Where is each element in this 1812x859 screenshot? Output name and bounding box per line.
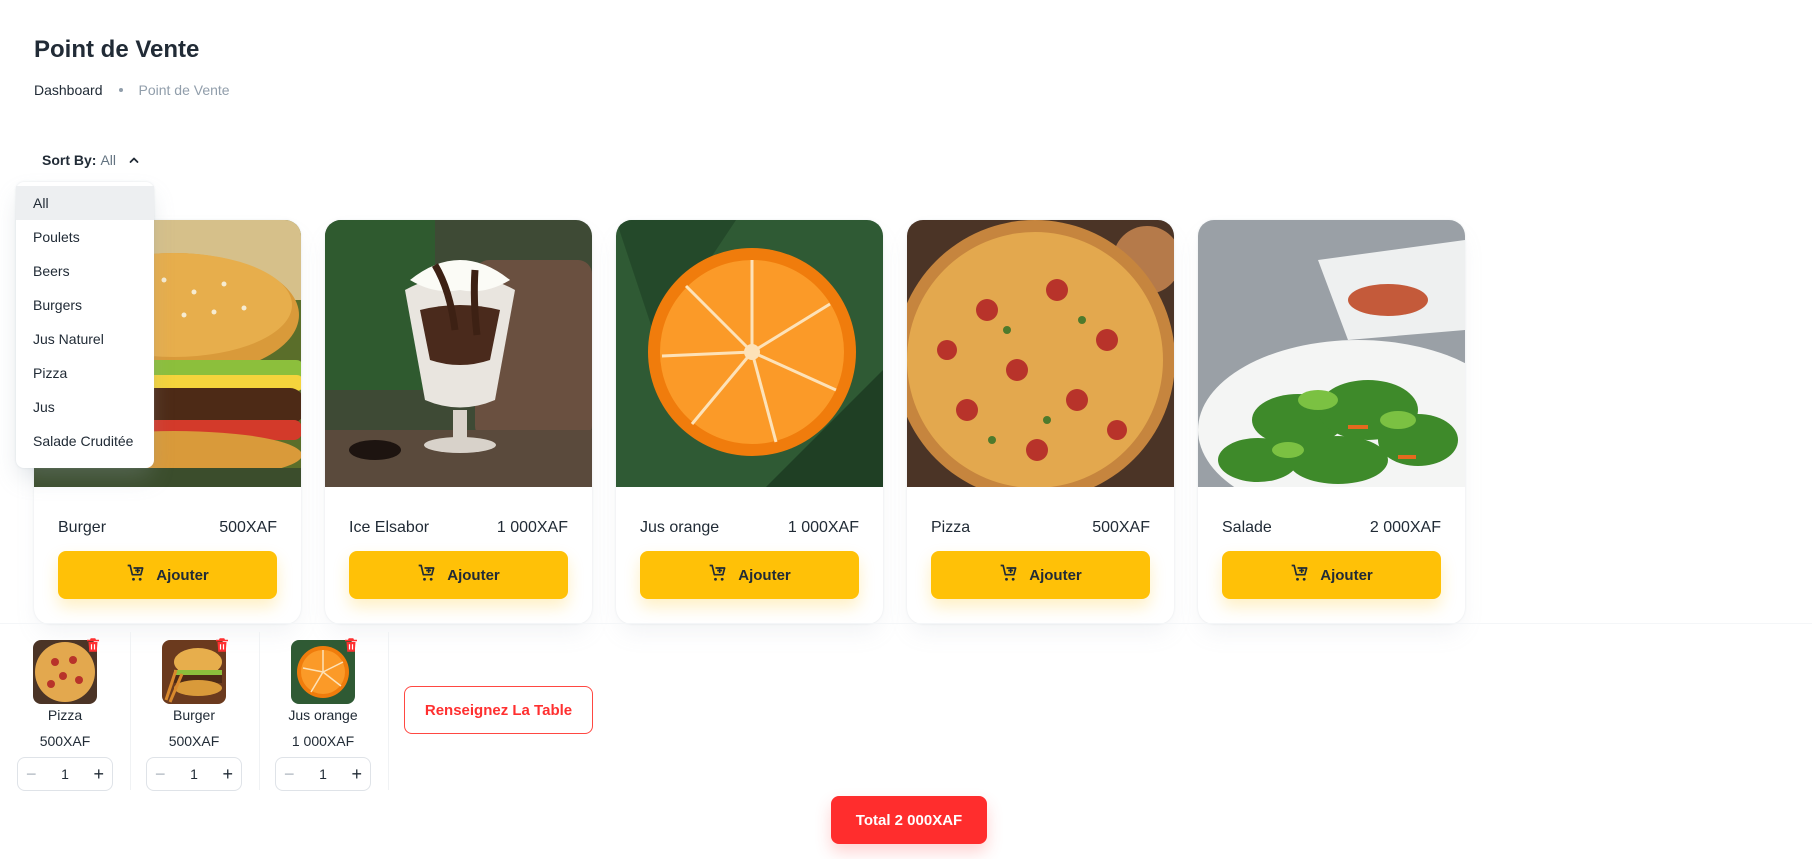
- set-table-button[interactable]: Renseignez La Table: [404, 686, 593, 734]
- product-image-salade: [1198, 220, 1465, 520]
- quantity-value: 1: [319, 766, 327, 782]
- sort-by-value: All: [100, 152, 117, 168]
- sort-option-burgers[interactable]: Burgers: [16, 288, 154, 322]
- quantity-value: 1: [190, 766, 198, 782]
- sort-by-button[interactable]: Sort By: All: [42, 152, 140, 168]
- product-price: 1 000XAF: [496, 519, 568, 536]
- sort-option-jus-naturel[interactable]: Jus Naturel: [16, 322, 154, 356]
- product-card: Jus orange 1 000XAF Ajouter: [616, 220, 883, 624]
- add-to-cart-label: Ajouter: [738, 566, 791, 584]
- add-to-cart-label: Ajouter: [447, 566, 500, 584]
- product-image-pizza: [907, 220, 1174, 500]
- cart-separator: [388, 632, 389, 790]
- breadcrumb-dashboard[interactable]: Dashboard: [34, 82, 103, 98]
- sort-option-salade-crudite[interactable]: Salade Cruditée: [16, 424, 154, 458]
- cart-item: Burger 500XAF − 1 +: [139, 632, 249, 791]
- cart-item-price: 1 000XAF: [291, 733, 355, 749]
- cart-plus-icon: [126, 563, 146, 587]
- product-grid: Burger 500XAF Ajouter Ice Elsabor 1 000X…: [34, 220, 1465, 624]
- product-price: 1 000XAF: [787, 519, 859, 536]
- add-to-cart-label: Ajouter: [1029, 566, 1082, 584]
- product-price: 500XAF: [1092, 519, 1150, 536]
- sort-option-poulets[interactable]: Poulets: [16, 220, 154, 254]
- cart-item-name: Pizza: [47, 707, 83, 723]
- sort-option-jus[interactable]: Jus: [16, 390, 154, 424]
- product-image-jus-orange: [616, 220, 883, 487]
- quantity-stepper: − 1 +: [146, 757, 242, 791]
- decrement-button[interactable]: −: [284, 765, 295, 783]
- product-name: Salade: [1222, 519, 1272, 536]
- add-to-cart-button[interactable]: Ajouter: [931, 551, 1150, 599]
- product-image-ice-elsabor: [325, 220, 592, 487]
- quantity-stepper: − 1 +: [17, 757, 113, 791]
- product-name: Burger: [58, 519, 107, 536]
- cart-plus-icon: [1290, 563, 1310, 587]
- cart-plus-icon: [999, 563, 1019, 587]
- cart-plus-icon: [417, 563, 437, 587]
- cart-item-name: Burger: [172, 707, 216, 723]
- product-price: 2 000XAF: [1369, 519, 1441, 536]
- quantity-value: 1: [61, 766, 69, 782]
- chevron-up-icon: [128, 154, 140, 166]
- product-card: Pizza 500XAF Ajouter: [907, 220, 1174, 624]
- add-to-cart-label: Ajouter: [156, 566, 209, 584]
- cart-plus-icon: [708, 563, 728, 587]
- decrement-button[interactable]: −: [155, 765, 166, 783]
- decrement-button[interactable]: −: [26, 765, 37, 783]
- product-price: 500XAF: [219, 519, 277, 536]
- increment-button[interactable]: +: [351, 765, 362, 783]
- cart-item-price: 500XAF: [39, 733, 91, 749]
- increment-button[interactable]: +: [222, 765, 233, 783]
- sort-option-pizza[interactable]: Pizza: [16, 356, 154, 390]
- cart-separator: [259, 632, 260, 790]
- total-button[interactable]: Total 2 000XAF: [831, 796, 987, 844]
- product-card: Ice Elsabor 1 000XAF Ajouter: [325, 220, 592, 624]
- cart-item-name: Jus orange: [288, 707, 358, 723]
- sort-by-label: Sort By:: [42, 152, 97, 168]
- sort-by-dropdown: All Poulets Beers Burgers Jus Naturel Pi…: [16, 182, 154, 468]
- add-to-cart-button[interactable]: Ajouter: [349, 551, 568, 599]
- sort-option-beers[interactable]: Beers: [16, 254, 154, 288]
- cart-item: Pizza 500XAF − 1 +: [10, 632, 120, 791]
- increment-button[interactable]: +: [93, 765, 104, 783]
- product-name: Ice Elsabor: [349, 519, 430, 536]
- cart-item-price: 500XAF: [168, 733, 220, 749]
- add-to-cart-button[interactable]: Ajouter: [1222, 551, 1441, 599]
- product-name: Pizza: [931, 519, 971, 536]
- cart-separator: [130, 632, 131, 790]
- add-to-cart-button[interactable]: Ajouter: [58, 551, 277, 599]
- breadcrumb-current: Point de Vente: [138, 82, 230, 98]
- product-card: Salade 2 000XAF Ajouter: [1198, 220, 1465, 624]
- trash-icon[interactable]: [342, 636, 360, 659]
- add-to-cart-label: Ajouter: [1320, 566, 1373, 584]
- breadcrumb: Dashboard Point de Vente: [34, 82, 230, 98]
- page-title: Point de Vente: [34, 36, 200, 63]
- cart-item: Jus orange 1 000XAF − 1 +: [268, 632, 378, 791]
- trash-icon[interactable]: [84, 636, 102, 659]
- product-name: Jus orange: [640, 519, 720, 536]
- breadcrumb-separator: [118, 88, 123, 92]
- trash-icon[interactable]: [213, 636, 231, 659]
- cart-divider: [0, 623, 1812, 624]
- add-to-cart-button[interactable]: Ajouter: [640, 551, 859, 599]
- sort-option-all[interactable]: All: [16, 186, 154, 220]
- quantity-stepper: − 1 +: [275, 757, 371, 791]
